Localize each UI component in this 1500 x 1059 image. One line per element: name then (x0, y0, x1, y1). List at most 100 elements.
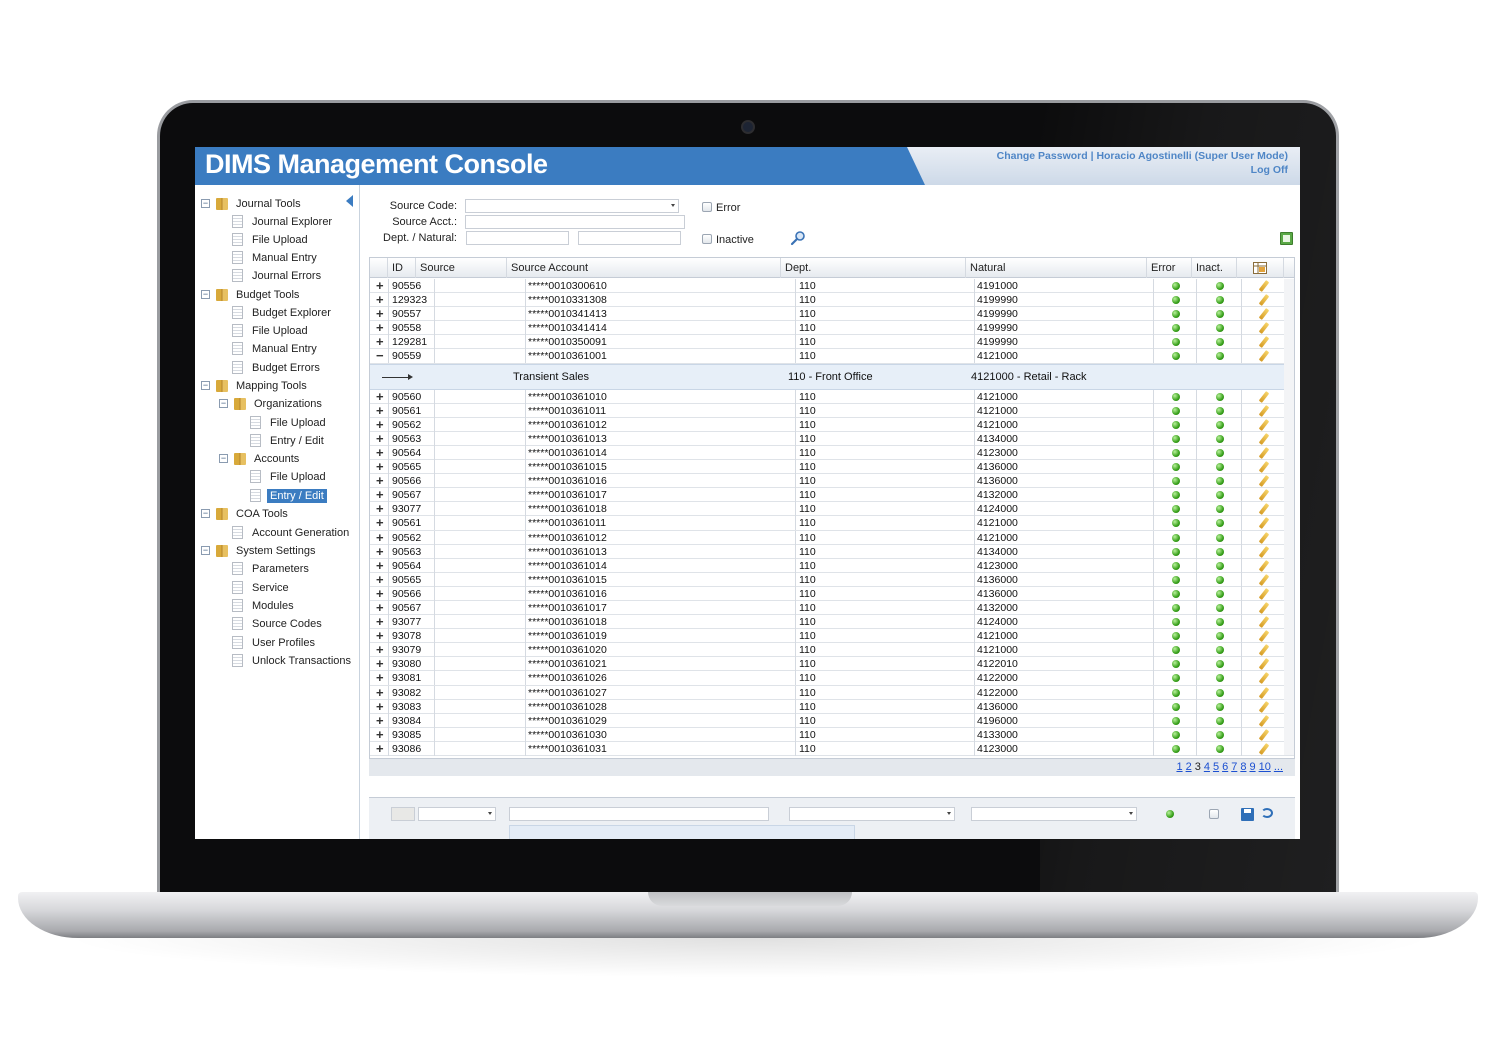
col-error-header[interactable]: Error (1147, 258, 1192, 278)
source-code-select[interactable] (465, 199, 679, 213)
col-source-account-header[interactable]: Source Account (507, 258, 781, 278)
pager-page-link[interactable]: 8 (1240, 761, 1246, 773)
collapse-icon[interactable]: − (219, 399, 228, 408)
tree-parameters[interactable]: Parameters (232, 560, 312, 577)
expand-row-icon[interactable]: + (376, 629, 384, 642)
edit-pencil-icon[interactable] (1258, 700, 1270, 713)
pager-page-link[interactable]: 7 (1231, 761, 1237, 773)
tree-budget-manual-entry[interactable]: Manual Entry (232, 340, 320, 357)
edit-pencil-icon[interactable] (1258, 350, 1270, 363)
table-row[interactable]: +90561 *****0010361011 110 4121000 (370, 403, 1294, 418)
pager-page-link[interactable]: ... (1274, 761, 1283, 773)
table-row[interactable]: +90556 *****0010300610 110 4191000 (370, 279, 1294, 294)
expand-row-icon[interactable]: + (376, 742, 384, 755)
collapse-icon[interactable]: − (201, 546, 210, 555)
pager-page-link[interactable]: 9 (1249, 761, 1255, 773)
expand-row-icon[interactable]: + (376, 404, 384, 417)
table-row[interactable]: +93083 *****0010361028 110 4136000 (370, 699, 1294, 714)
logoff-link[interactable]: Log Off (1251, 164, 1288, 176)
tree-org-entry-edit[interactable]: Entry / Edit (250, 432, 327, 449)
edit-source-account-input[interactable] (509, 807, 769, 821)
edit-natural-select[interactable] (971, 807, 1137, 821)
tree-mapping-tools[interactable]: − Mapping Tools (201, 377, 310, 394)
expand-row-icon[interactable]: + (376, 686, 384, 699)
edit-pencil-icon[interactable] (1258, 280, 1270, 292)
tree-journal-file-upload[interactable]: File Upload (232, 231, 311, 248)
tree-service[interactable]: Service (232, 579, 292, 596)
expand-row-icon[interactable]: + (376, 307, 384, 320)
table-row[interactable]: +90562 *****0010361012 110 4121000 (370, 417, 1294, 432)
expand-row-icon[interactable]: + (376, 335, 384, 348)
table-row[interactable]: +93081 *****0010361026 110 4122000 (370, 671, 1294, 686)
edit-pencil-icon[interactable] (1258, 489, 1270, 502)
tree-journal-tools[interactable]: − Journal Tools (201, 195, 304, 212)
edit-pencil-icon[interactable] (1258, 742, 1270, 755)
edit-pencil-icon[interactable] (1258, 644, 1270, 657)
tree-budget-tools[interactable]: − Budget Tools (201, 286, 302, 303)
edit-pencil-icon[interactable] (1258, 517, 1270, 530)
collapse-icon[interactable]: − (219, 454, 228, 463)
pager-page-link[interactable]: 4 (1204, 761, 1210, 773)
edit-pencil-icon[interactable] (1258, 308, 1270, 321)
edit-pencil-icon[interactable] (1258, 616, 1270, 629)
table-row[interactable]: −90559 *****0010361001 110 4121000 (370, 349, 1294, 364)
col-dept-header[interactable]: Dept. (781, 258, 966, 278)
expand-row-icon[interactable]: + (376, 700, 384, 713)
col-inactive-header[interactable]: Inact. (1192, 258, 1237, 278)
table-row[interactable]: +90564 *****0010361014 110 4123000 (370, 558, 1294, 573)
expand-row-icon[interactable]: + (376, 559, 384, 572)
table-row[interactable]: +90563 *****0010361013 110 4134000 (370, 431, 1294, 446)
expand-row-icon[interactable]: + (376, 601, 384, 614)
pager-page-link[interactable]: 1 (1176, 761, 1182, 773)
expand-row-icon[interactable]: + (376, 728, 384, 741)
table-row[interactable]: +90558 *****0010341414 110 4199990 (370, 321, 1294, 336)
edit-source-select[interactable] (418, 807, 496, 821)
column-chooser-icon[interactable] (1253, 262, 1267, 274)
pager-page-link[interactable]: 10 (1259, 761, 1271, 773)
edit-pencil-icon[interactable] (1258, 322, 1270, 335)
expand-row-icon[interactable]: + (376, 321, 384, 334)
export-excel-icon[interactable] (1280, 232, 1293, 245)
natural-input[interactable] (578, 231, 681, 245)
tree-journal-errors[interactable]: Journal Errors (232, 267, 324, 284)
inactive-checkbox[interactable] (702, 234, 712, 244)
tree-acc-entry-edit[interactable]: Entry / Edit (250, 487, 327, 504)
pager-page-link[interactable]: 6 (1222, 761, 1228, 773)
tree-budget-errors[interactable]: Budget Errors (232, 359, 323, 376)
edit-pencil-icon[interactable] (1258, 503, 1270, 516)
expand-row-icon[interactable]: + (376, 432, 384, 445)
tree-modules[interactable]: Modules (232, 597, 297, 614)
tree-budget-explorer[interactable]: Budget Explorer (232, 304, 334, 321)
expand-row-icon[interactable]: + (376, 502, 384, 515)
collapse-icon[interactable]: − (201, 381, 210, 390)
edit-pencil-icon[interactable] (1258, 686, 1270, 699)
expand-row-icon[interactable]: + (376, 488, 384, 501)
expand-row-icon[interactable]: + (376, 460, 384, 473)
table-row[interactable]: +129323 *****0010331308 110 4199990 (370, 293, 1294, 308)
search-icon[interactable] (790, 230, 806, 246)
tree-coa-tools[interactable]: − COA Tools (201, 505, 291, 522)
table-row[interactable]: +93078 *****0010361019 110 4121000 (370, 629, 1294, 644)
edit-pencil-icon[interactable] (1258, 728, 1270, 741)
table-row[interactable]: +93085 *****0010361030 110 4133000 (370, 727, 1294, 742)
edit-pencil-icon[interactable] (1258, 630, 1270, 643)
table-row[interactable]: +93084 *****0010361029 110 4196000 (370, 713, 1294, 728)
edit-pencil-icon[interactable] (1258, 531, 1270, 544)
tree-organizations[interactable]: − Organizations (219, 395, 325, 412)
collapse-icon[interactable]: − (201, 509, 210, 518)
tree-budget-file-upload[interactable]: File Upload (232, 322, 311, 339)
table-row[interactable]: +90566 *****0010361016 110 4136000 (370, 474, 1294, 489)
table-row[interactable]: +93077 *****0010361018 110 4124000 (370, 502, 1294, 517)
edit-pencil-icon[interactable] (1258, 432, 1270, 445)
edit-pencil-icon[interactable] (1258, 390, 1270, 403)
edit-pencil-icon[interactable] (1258, 461, 1270, 473)
edit-pencil-icon[interactable] (1258, 545, 1270, 558)
expand-row-icon[interactable]: + (376, 474, 384, 487)
edit-dept-select[interactable] (789, 807, 955, 821)
tree-account-generation[interactable]: Account Generation (232, 524, 352, 541)
table-row[interactable]: +90566 *****0010361016 110 4136000 (370, 586, 1294, 601)
expand-row-icon[interactable]: + (376, 671, 384, 684)
table-row[interactable]: +90563 *****0010361013 110 4134000 (370, 544, 1294, 559)
pager-page-link[interactable]: 5 (1213, 761, 1219, 773)
tree-source-codes[interactable]: Source Codes (232, 615, 325, 632)
